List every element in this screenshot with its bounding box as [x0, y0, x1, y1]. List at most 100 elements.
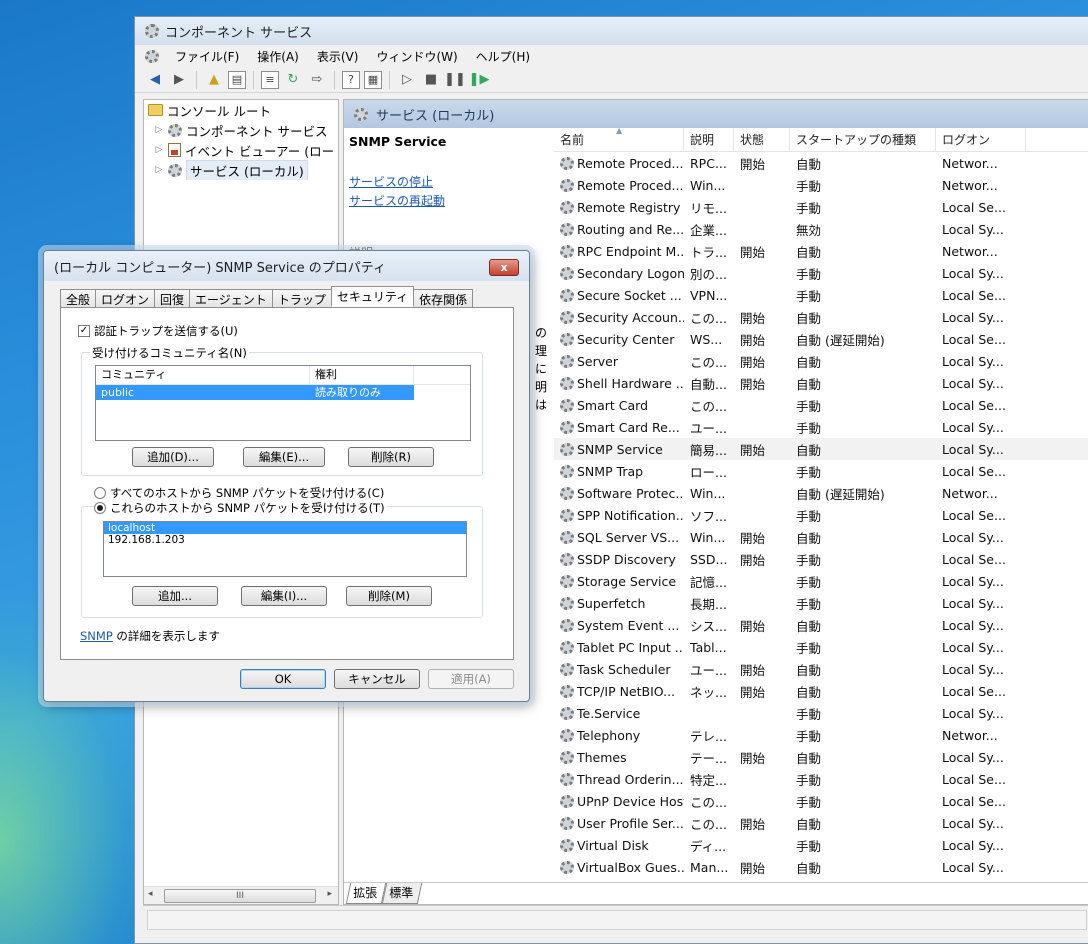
add-host-button[interactable]: 追加... [132, 586, 218, 606]
service-row[interactable]: Tablet PC Input ... Tabl... 手動 Local Sy... [554, 636, 1088, 658]
expand-arrow-icon[interactable]: ▷ [154, 125, 164, 135]
service-row[interactable]: User Profile Ser... この... 開始 自動 Local Sy... [554, 812, 1088, 834]
tree-item-component-services[interactable]: ▷ コンポーネント サービス [144, 120, 338, 140]
tab-recovery[interactable]: 回復 [154, 289, 191, 307]
column-header-logon[interactable]: ログオン [936, 127, 1026, 152]
host-item[interactable]: localhost [104, 522, 466, 534]
tab-security[interactable]: セキュリティ [330, 286, 415, 307]
cancel-button[interactable]: キャンセル [334, 669, 420, 689]
accept-these-hosts-option[interactable]: これらのホストから SNMP パケットを受け付ける(T) [94, 500, 387, 516]
apply-button[interactable]: 適用(A) [428, 669, 514, 689]
service-row[interactable]: Task Scheduler ユー... 開始 自動 Local Sy... [554, 658, 1088, 680]
service-row[interactable]: Security Center WS... 開始 自動 (遅延開始) Local Se.… [554, 328, 1088, 350]
scroll-thumb[interactable]: III [164, 889, 316, 903]
tab-standard[interactable]: 標準 [381, 883, 423, 904]
export-list-icon[interactable]: ⇨ [307, 70, 327, 90]
help-icon[interactable]: ? [342, 70, 360, 89]
column-header-startup-type[interactable]: スタートアップの種類 [790, 127, 936, 152]
show-action-pane-icon[interactable]: ▦ [364, 70, 382, 89]
service-row[interactable]: Server この... 開始 自動 Local Sy... [554, 350, 1088, 372]
service-row[interactable]: Themes テー... 開始 自動 Local Sy... [554, 746, 1088, 768]
service-row[interactable]: Security Accoun... この... 開始 自動 Local Sy... [554, 306, 1088, 328]
service-row[interactable]: Remote Proced... RPC... 開始 自動 Networ... [554, 152, 1088, 174]
tab-extended[interactable]: 拡張 [345, 883, 387, 904]
expand-arrow-icon[interactable]: ▷ [154, 145, 164, 155]
snmp-details-link[interactable]: SNMP [80, 629, 113, 643]
hosts-list[interactable]: localhost 192.168.1.203 [103, 521, 467, 577]
send-auth-trap-option[interactable]: ✓ 認証トラップを送信する(U) [78, 323, 238, 339]
remove-host-button[interactable]: 削除(M) [346, 586, 432, 606]
stop-service-icon[interactable]: ■ [421, 70, 441, 90]
service-row[interactable]: Te.Service 手動 Local Sy... [554, 702, 1088, 724]
scroll-right-icon[interactable]: ▸ [327, 889, 332, 899]
dialog-titlebar[interactable]: (ローカル コンピューター) SNMP Service のプロパティ [44, 251, 529, 281]
restart-service-icon[interactable]: ❚▶ [469, 70, 490, 90]
edit-community-button[interactable]: 編集(E)... [243, 447, 325, 467]
tree-item-services-local[interactable]: ▷ サービス (ローカル) [144, 160, 338, 180]
window-titlebar[interactable]: コンポーネント サービス [135, 17, 1088, 45]
service-row[interactable]: Secondary Logon 別の... 手動 Local Sy... [554, 262, 1088, 284]
tab-general[interactable]: 全般 [60, 289, 97, 307]
refresh-icon[interactable]: ↻ [283, 70, 303, 90]
menu-view[interactable]: 表示(V) [315, 48, 361, 65]
tree-item-event-viewer[interactable]: ▷ イベント ビューアー (ロー [144, 140, 338, 160]
back-arrow-icon[interactable]: ◀ [145, 70, 165, 90]
restart-service-link[interactable]: サービスの再起動 [349, 192, 539, 209]
host-item[interactable]: 192.168.1.203 [104, 534, 466, 546]
remove-community-button[interactable]: 削除(R) [348, 447, 434, 467]
column-header-description[interactable]: 説明 [684, 127, 734, 152]
accept-these-hosts-radio[interactable] [94, 502, 106, 514]
menu-window[interactable]: ウィンドウ(W) [374, 48, 459, 65]
stop-service-link[interactable]: サービスの停止 [349, 173, 539, 190]
forward-arrow-icon[interactable]: ▶ [169, 70, 189, 90]
pause-service-icon[interactable]: ❚❚ [444, 70, 466, 90]
service-row[interactable]: TCP/IP NetBIO... ネッ... 開始 自動 Local Se... [554, 680, 1088, 702]
service-row[interactable]: VirtualBox Gues... Man... 開始 自動 Local Sy... [554, 856, 1088, 878]
community-row[interactable]: public 読み取りのみ [96, 385, 414, 400]
service-row[interactable]: Storage Service 記憶... 手動 Local Sy... [554, 570, 1088, 592]
service-row[interactable]: SNMP Trap ロー... 手動 Local Se... [554, 460, 1088, 482]
service-row[interactable]: SSDP Discovery SSD... 開始 手動 Local Se... [554, 548, 1088, 570]
service-row[interactable]: RPC Endpoint M... トラ... 開始 自動 Networ... [554, 240, 1088, 262]
start-service-icon[interactable]: ▷ [397, 70, 417, 90]
menu-file[interactable]: ファイル(F) [173, 48, 241, 65]
column-header-status[interactable]: 状態 [734, 127, 790, 152]
tree-horizontal-scrollbar[interactable]: ◂ III ▸ [144, 886, 338, 904]
service-row[interactable]: Smart Card Re... ユー... 手動 Local Sy... [554, 416, 1088, 438]
add-community-button[interactable]: 追加(D)... [132, 447, 214, 467]
service-row[interactable]: Virtual Disk ディ... 手動 Local Sy... [554, 834, 1088, 856]
show-hide-tree-icon[interactable]: ▤ [228, 70, 246, 89]
ok-button[interactable]: OK [240, 669, 326, 689]
close-button[interactable]: x [489, 259, 519, 276]
community-list[interactable]: コミュニティ 権利 public 読み取りのみ [95, 365, 471, 441]
service-row[interactable]: Thread Orderin... 特定... 手動 Local Se... [554, 768, 1088, 790]
service-row[interactable]: Smart Card この... 手動 Local Se... [554, 394, 1088, 416]
menu-action[interactable]: 操作(A) [255, 48, 301, 65]
service-row[interactable]: SPP Notification... ソフ... 手動 Local Se... [554, 504, 1088, 526]
column-header-community[interactable]: コミュニティ [96, 366, 310, 384]
app-menu-icon[interactable] [145, 49, 159, 63]
up-folder-icon[interactable]: ▲ [204, 70, 224, 90]
expand-arrow-icon[interactable]: ▷ [154, 165, 164, 175]
service-row[interactable]: UPnP Device Host この... 手動 Local Se... [554, 790, 1088, 812]
tab-logon[interactable]: ログオン [95, 289, 156, 307]
service-row[interactable]: Telephony テレ... 手動 Networ... [554, 724, 1088, 746]
accept-all-hosts-radio[interactable] [94, 487, 106, 499]
service-row[interactable]: Remote Registry リモ... 手動 Local Se... [554, 196, 1088, 218]
send-auth-trap-checkbox[interactable]: ✓ [78, 325, 90, 337]
tab-dependencies[interactable]: 依存関係 [413, 289, 474, 307]
service-row[interactable]: Routing and Re... 企業... 無効 Local Sy... [554, 218, 1088, 240]
service-row[interactable]: System Event ... シス... 開始 自動 Local Sy... [554, 614, 1088, 636]
service-row[interactable]: Software Protec... Win... 自動 (遅延開始) Networ.… [554, 482, 1088, 504]
service-row[interactable]: Shell Hardware ... 自動... 開始 自動 Local Sy... [554, 372, 1088, 394]
edit-host-button[interactable]: 編集(I)... [241, 586, 327, 606]
menu-help[interactable]: ヘルプ(H) [474, 48, 532, 65]
service-row[interactable]: SQL Server VS... Win... 開始 自動 Local Sy... [554, 526, 1088, 548]
service-row[interactable]: Superfetch 長期... 手動 Local Sy... [554, 592, 1088, 614]
accept-all-hosts-option[interactable]: すべてのホストから SNMP パケットを受け付ける(C) [94, 485, 384, 501]
properties-icon[interactable]: ≡ [261, 70, 279, 89]
tab-traps[interactable]: トラップ [271, 289, 332, 307]
service-row[interactable]: Secure Socket ... VPN... 手動 Local Se... [554, 284, 1088, 306]
tab-agent[interactable]: エージェント [189, 289, 273, 307]
tree-root[interactable]: コンソール ルート [144, 100, 338, 120]
